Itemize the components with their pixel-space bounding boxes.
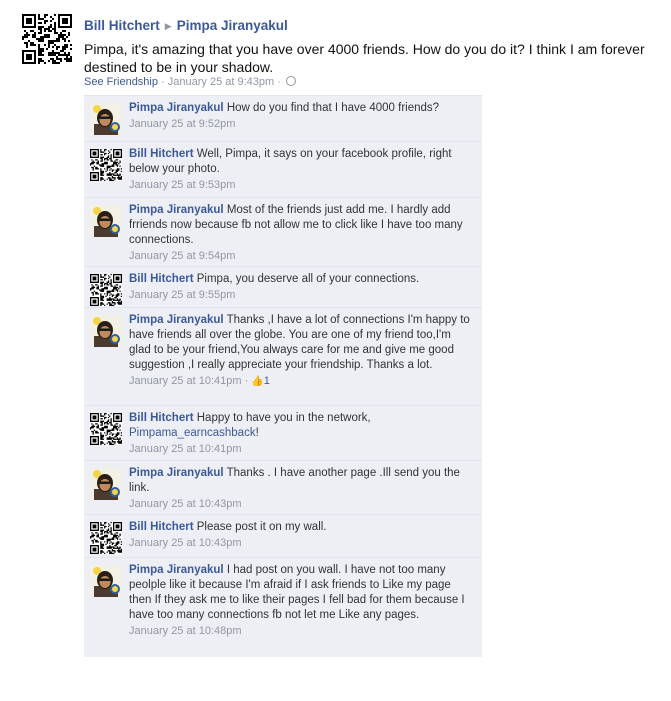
story-header: Bill Hitchert ▶ Pimpa Jiranyakul <box>84 18 288 33</box>
person-photo-icon <box>90 468 122 500</box>
person-photo-icon <box>90 103 122 135</box>
story-meta: See Friendship · January 25 at 9:43pm · <box>84 76 296 88</box>
comment-text: Pimpa, you deserve all of your connectio… <box>196 273 420 285</box>
comment-author-link[interactable]: Bill Hitchert <box>129 148 194 160</box>
comment-meta: January 25 at 10:41pm · 👍1 <box>129 374 473 389</box>
comment-item: Pimpa Jiranyakul Most of the friends jus… <box>84 197 482 266</box>
comment-avatar[interactable] <box>90 274 122 306</box>
comment-item: Pimpa Jiranyakul How do you find that I … <box>84 95 482 141</box>
qr-code-icon <box>90 274 122 306</box>
person-photo-icon <box>90 315 122 347</box>
like-count[interactable]: 1 <box>264 375 270 387</box>
qr-code-icon <box>90 149 122 181</box>
qr-code-icon <box>90 522 122 554</box>
comment-item: Bill Hitchert Happy to have you in the n… <box>84 405 482 460</box>
person-photo-icon <box>90 565 122 597</box>
story: Bill Hitchert ▶ Pimpa Jiranyakul Pimpa, it… <box>0 0 671 701</box>
comment-timestamp[interactable]: January 25 at 10:41pm <box>129 442 473 457</box>
comment-author-link[interactable]: Pimpa Jiranyakul <box>129 204 224 216</box>
qr-code-icon <box>22 14 72 64</box>
comment-item: Pimpa Jiranyakul Thanks . I have another… <box>84 460 482 514</box>
comment-author-link[interactable]: Bill Hitchert <box>129 521 194 533</box>
qr-code-icon <box>90 413 122 445</box>
comment-author-link[interactable]: Pimpa Jiranyakul <box>129 314 224 326</box>
arrow-right-icon: ▶ <box>164 21 172 31</box>
comment-author-link[interactable]: Bill Hitchert <box>129 273 194 285</box>
like-separator: · <box>241 375 252 387</box>
thumbs-up-icon[interactable]: 👍 <box>251 374 263 389</box>
comment-item: Pimpa Jiranyakul I had post on you wall.… <box>84 557 482 657</box>
comment-text: How do you find that I have 4000 friends… <box>226 102 440 114</box>
comment-avatar[interactable] <box>90 103 122 135</box>
comment-avatar[interactable] <box>90 413 122 445</box>
story-message: Pimpa, it's amazing that you have over 4… <box>84 41 645 75</box>
comment-timestamp[interactable]: January 25 at 10:48pm <box>129 624 473 639</box>
comment-text: Please post it on my wall. <box>196 521 327 533</box>
comment-timestamp[interactable]: January 25 at 10:43pm <box>129 497 473 512</box>
comment-timestamp[interactable]: January 25 at 10:41pm <box>129 375 242 387</box>
recipient-name-link[interactable]: Pimpa Jiranyakul <box>177 18 288 33</box>
globe-icon[interactable] <box>285 76 296 86</box>
see-friendship-link[interactable]: See Friendship <box>84 76 158 88</box>
comment-item: Bill Hitchert Pimpa, you deserve all of … <box>84 266 482 307</box>
comment-avatar[interactable] <box>90 205 122 237</box>
comment-timestamp[interactable]: January 25 at 9:54pm <box>129 249 473 264</box>
page-link[interactable]: Pimpama_earncashback <box>129 427 256 439</box>
comment-avatar[interactable] <box>90 315 122 347</box>
meta-separator: · <box>158 76 168 88</box>
comment-timestamp[interactable]: January 25 at 10:43pm <box>129 536 473 551</box>
person-photo-icon <box>90 205 122 237</box>
comment-author-link[interactable]: Pimpa Jiranyakul <box>129 102 224 114</box>
comment-author-link[interactable]: Pimpa Jiranyakul <box>129 467 224 479</box>
comment-text-part: Happy to have you in the network, <box>196 412 371 424</box>
comment-list: Pimpa Jiranyakul How do you find that I … <box>84 95 482 657</box>
author-avatar[interactable] <box>22 14 72 64</box>
comment-avatar[interactable] <box>90 565 122 597</box>
story-timestamp[interactable]: January 25 at 9:43pm <box>168 76 274 88</box>
comment-text-end: ! <box>255 427 259 439</box>
meta-separator-2: · <box>274 76 284 88</box>
comment-author-link[interactable]: Pimpa Jiranyakul <box>129 564 224 576</box>
comment-avatar[interactable] <box>90 149 122 181</box>
comment-item: Bill Hitchert Well, Pimpa, it says on yo… <box>84 141 482 197</box>
comment-item: Pimpa Jiranyakul Thanks ,I have a lot of… <box>84 307 482 405</box>
comment-item: Bill Hitchert Please post it on my wall.… <box>84 514 482 557</box>
comment-author-link[interactable]: Bill Hitchert <box>129 412 194 424</box>
comment-timestamp[interactable]: January 25 at 9:53pm <box>129 178 473 193</box>
comment-timestamp[interactable]: January 25 at 9:52pm <box>129 117 473 132</box>
comment-avatar[interactable] <box>90 468 122 500</box>
comment-avatar[interactable] <box>90 522 122 554</box>
author-name-link[interactable]: Bill Hitchert <box>84 18 160 33</box>
comment-timestamp[interactable]: January 25 at 9:55pm <box>129 288 473 303</box>
